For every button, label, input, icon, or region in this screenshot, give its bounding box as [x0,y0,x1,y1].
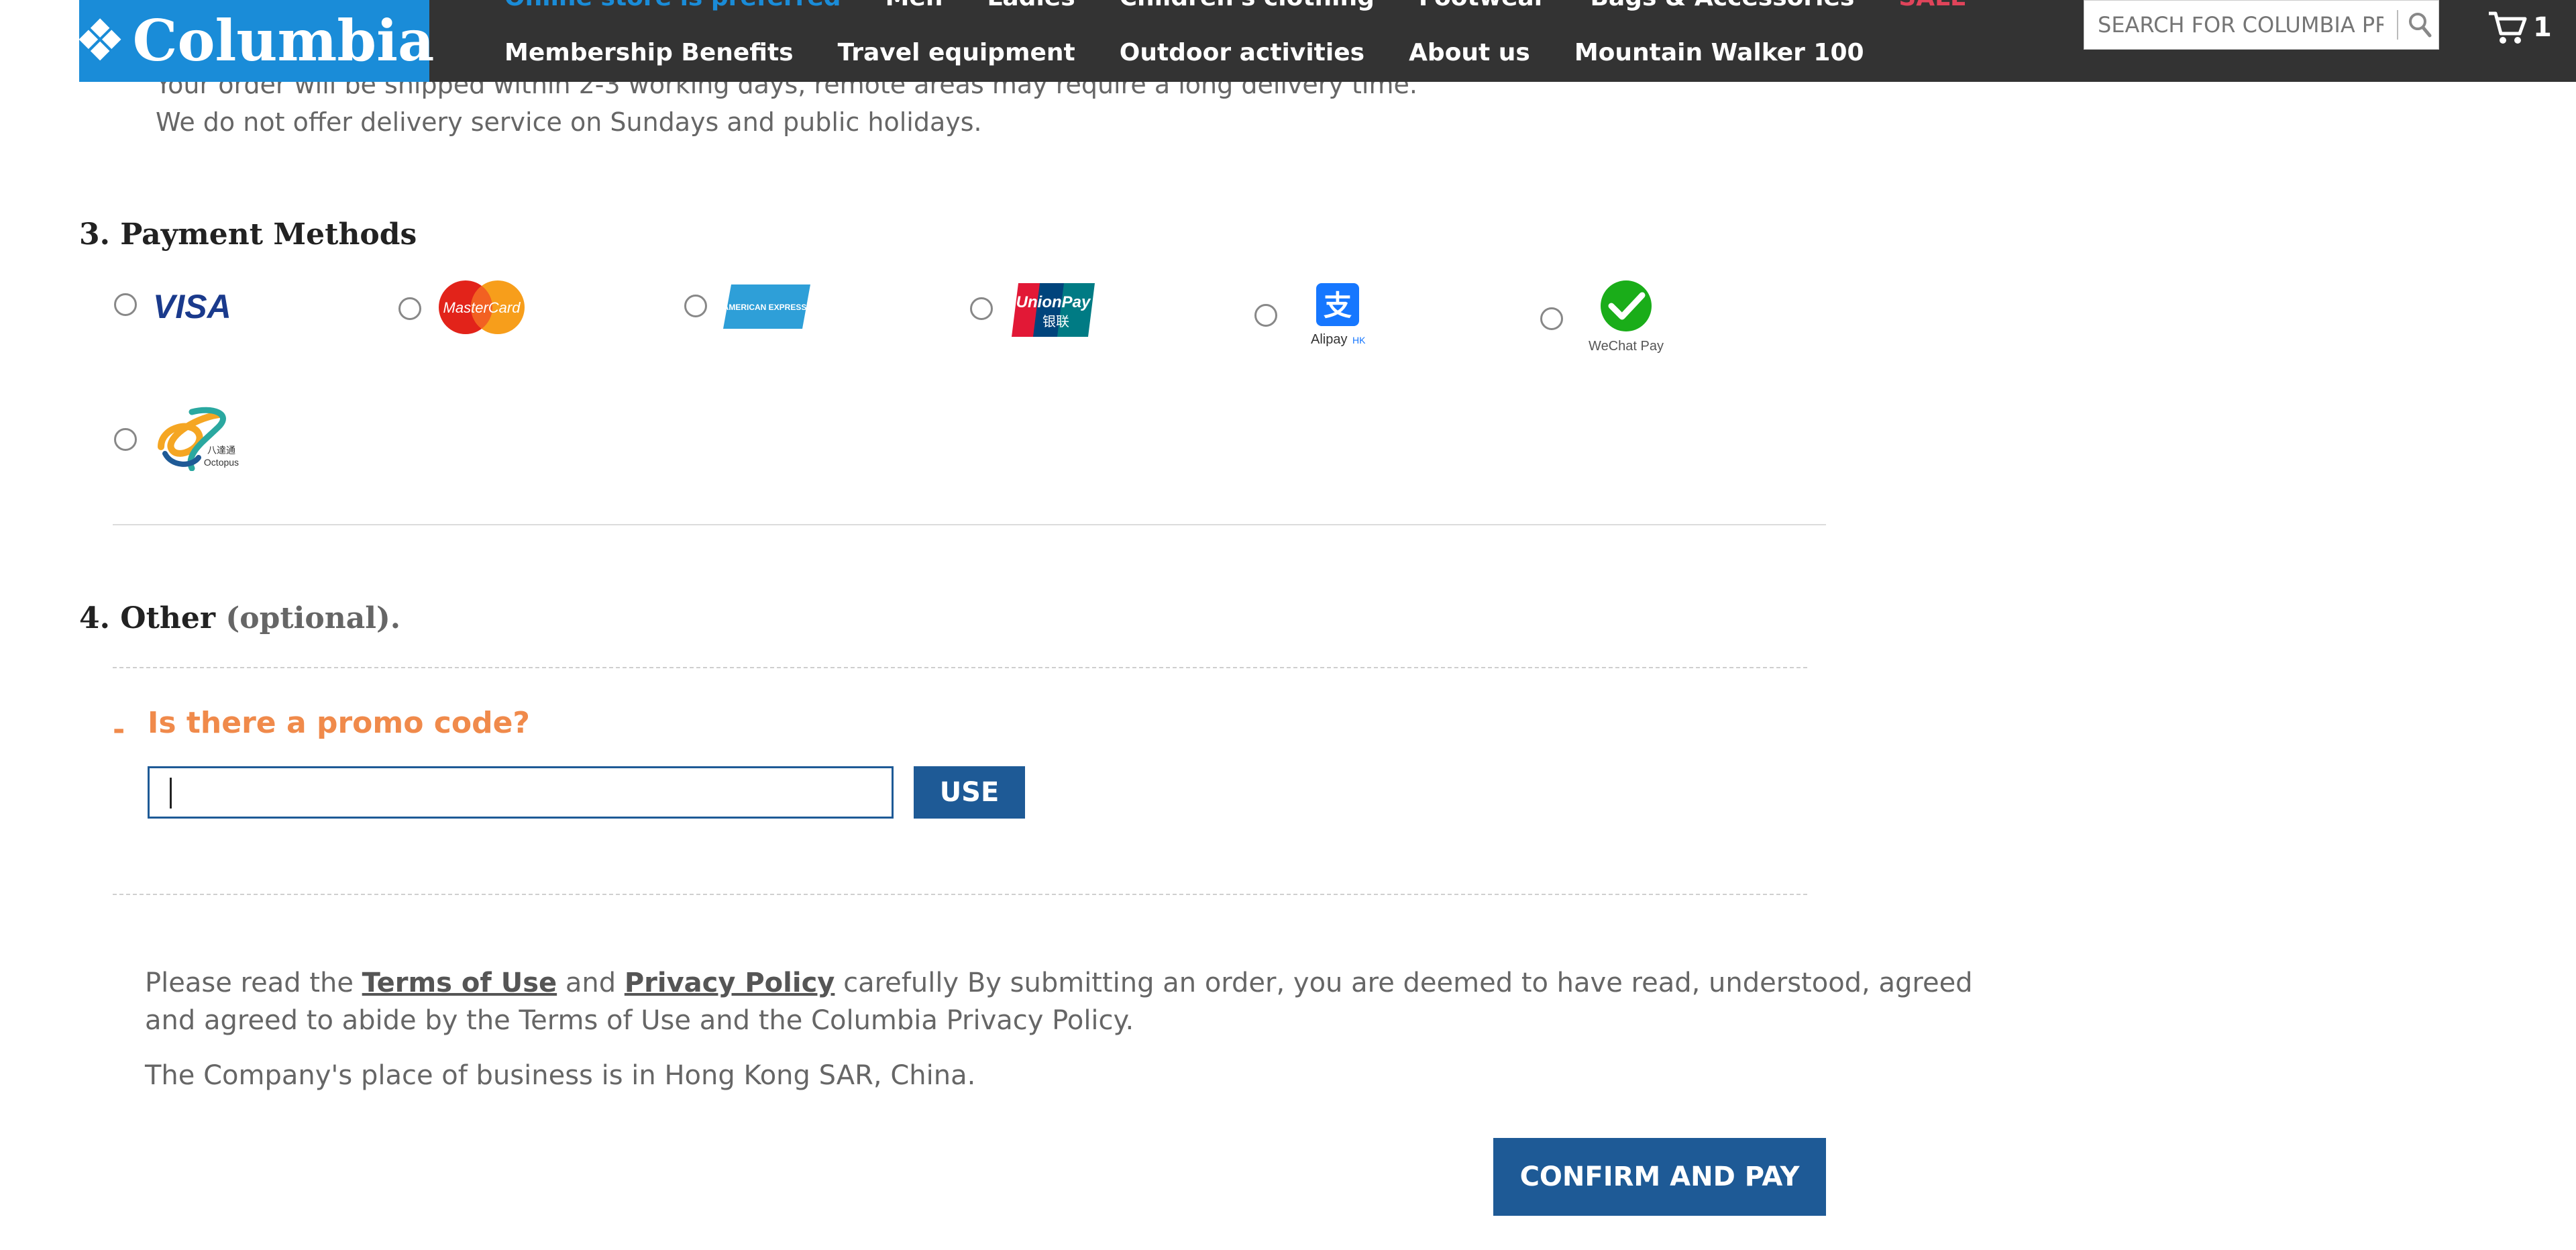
business-location-text: The Company's place of business is in Ho… [145,1060,976,1091]
octopus-logo-text-cn: 八達通 [207,446,235,456]
promo-bottom-divider [113,894,1807,895]
promo-collapse-toggle[interactable]: - [113,713,125,747]
svg-text:支: 支 [1324,289,1352,322]
nav-sale[interactable]: SALE [1898,0,1966,11]
payment-radio-octopus[interactable] [114,428,137,451]
snowflake-icon: ❖ [74,7,126,74]
other-optional: (optional). [225,601,401,635]
unionpay-logo-text: UnionPay [1016,293,1091,311]
terms-text-post: carefully By submitting an order, you ar… [835,968,1973,998]
logo-text: Columbia [132,7,435,74]
promo-top-divider [113,667,1807,668]
nav-outdoor-activities[interactable]: Outdoor activities [1120,39,1364,66]
nav-bags-accessories[interactable]: Bags & Accessories [1590,0,1854,11]
other-heading: 4. Other (optional). [79,601,400,635]
shipping-note-2: We do not offer delivery service on Sund… [156,107,982,137]
nav-mountain-walker[interactable]: Mountain Walker 100 [1574,39,1864,66]
nav-top-row: Online store is preferred Men Ladies Chi… [504,0,2011,11]
promo-code-input[interactable] [148,766,894,819]
octopus-logo: 八達通 Octopus [158,407,239,471]
amex-logo-text: AMERICAN EXPRESS [723,303,806,312]
nav-bottom-row: Membership Benefits Travel equipment Out… [504,39,1909,66]
nav-travel-equipment[interactable]: Travel equipment [838,39,1075,66]
nav-online-store[interactable]: Online store is preferred [504,0,841,11]
terms-text-and: and [557,968,625,998]
terms-paragraph-line2: and agreed to abide by the Terms of Use … [145,1005,1134,1036]
terms-text-pre: Please read the [145,968,362,998]
visa-logo-text: VISA [153,288,231,325]
mastercard-logo: MasterCard [439,280,525,334]
cart-count: 1 [2533,12,2552,43]
unionpay-logo-text-cn: 银联 [1042,313,1069,329]
confirm-and-pay-button[interactable]: CONFIRM AND PAY [1493,1138,1826,1216]
columbia-logo[interactable]: ❖ Columbia [74,0,434,82]
other-title: 4. Other [79,601,216,635]
payment-radio-alipay[interactable] [1254,304,1277,327]
terms-paragraph-line1: Please read the Terms of Use and Privacy… [145,968,1973,998]
alipay-logo-text: Alipay [1311,332,1347,347]
mastercard-logo-text: MasterCard [443,299,521,316]
search-icon[interactable] [2408,11,2432,38]
octopus-logo-text: Octopus [204,457,239,468]
payment-methods-heading: 3. Payment Methods [79,217,417,252]
nav-childrens-clothing[interactable]: Children's clothing [1120,0,1375,11]
use-promo-button[interactable]: USE [914,766,1025,819]
nav-membership-benefits[interactable]: Membership Benefits [504,39,794,66]
search-input[interactable] [2084,1,2397,49]
wechat-pay-logo-text: WeChat Pay [1589,339,1664,354]
payment-divider [113,524,1826,525]
privacy-policy-link[interactable]: Privacy Policy [625,968,835,998]
text-caret [170,778,172,809]
payment-radio-visa[interactable] [114,293,137,316]
nav-men[interactable]: Men [885,0,943,11]
payment-radio-amex[interactable] [684,295,707,317]
site-header: ❖ Columbia Online store is preferred Men… [0,0,2576,82]
terms-of-use-link[interactable]: Terms of Use [362,968,557,998]
nav-about-us[interactable]: About us [1409,39,1530,66]
payment-radio-wechat-pay[interactable] [1540,307,1563,330]
cart-icon [2489,11,2527,44]
payment-radio-mastercard[interactable] [398,297,421,320]
alipay-logo-text-hk: HK [1352,335,1366,346]
search-divider [2397,10,2398,40]
search-box [2084,0,2439,50]
visa-logo: VISA [153,288,231,325]
unionpay-logo: UnionPay 银联 [1012,283,1095,337]
american-express-logo: AMERICAN EXPRESS [723,284,810,329]
alipay-logo: 支 Alipay HK [1311,283,1366,347]
nav-footwear[interactable]: Footwear [1419,0,1546,11]
payment-radio-unionpay[interactable] [970,297,993,320]
cart-button[interactable]: 1 [2487,9,2552,46]
header-left-gap [0,0,79,82]
nav-ladies[interactable]: Ladies [987,0,1075,11]
wechat-pay-logo: WeChat Pay [1589,280,1664,354]
promo-code-question[interactable]: Is there a promo code? [148,706,530,740]
